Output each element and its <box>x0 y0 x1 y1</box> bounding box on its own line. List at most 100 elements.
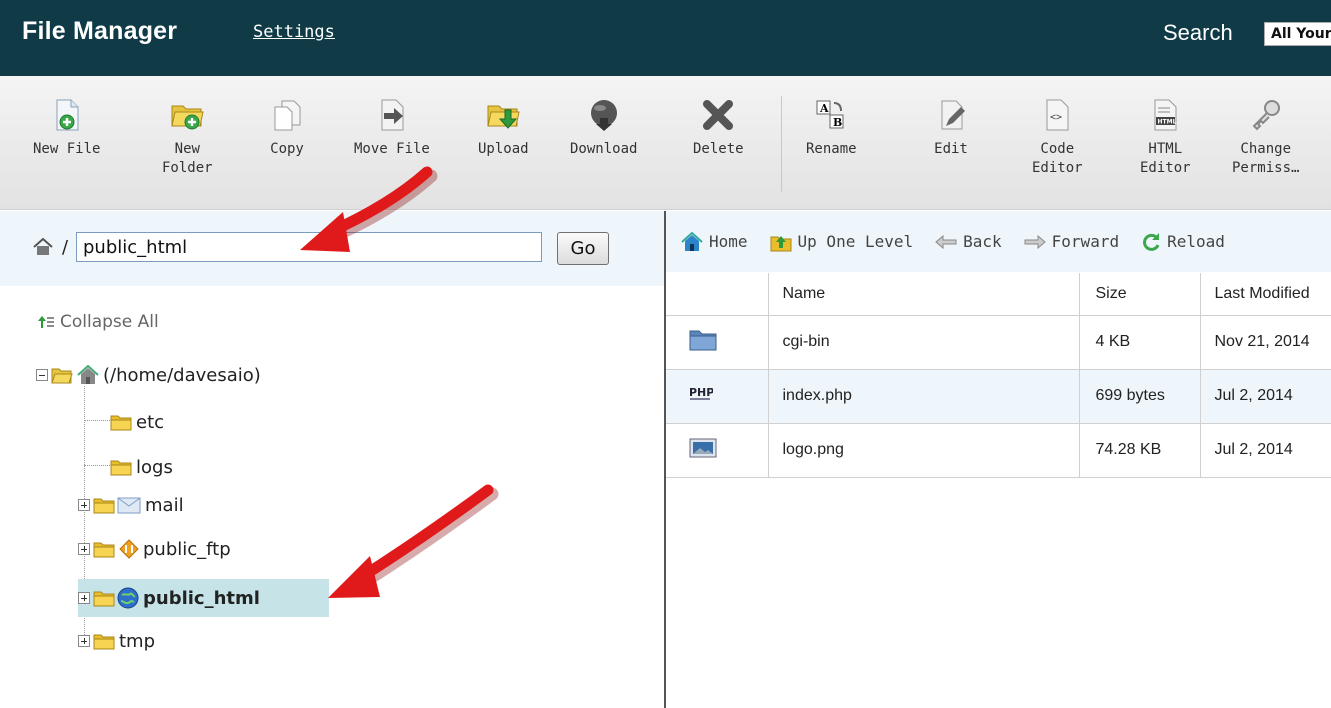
navigation-bar: Home Up One Level Back Forward Reload <box>666 211 1331 272</box>
new-folder-label: New Folder <box>162 140 213 178</box>
folder-icon <box>110 460 132 475</box>
go-button[interactable]: Go <box>557 232 609 265</box>
svg-text:HTML: HTML <box>1158 119 1177 126</box>
tree-item-label: logs <box>136 456 173 478</box>
code-editor-label: Code Editor <box>1032 140 1083 178</box>
row-icon-cell: PHP <box>666 369 769 424</box>
html-editor-button[interactable]: HTML HTML Editor <box>1140 98 1191 178</box>
delete-label: Delete <box>693 141 744 157</box>
download-button[interactable]: Download <box>570 98 637 159</box>
expand-toggle[interactable] <box>78 635 90 647</box>
edit-icon <box>941 100 965 130</box>
path-bar: / Go <box>0 211 665 286</box>
html-editor-label-text: HTML Editor <box>1140 141 1191 176</box>
settings-link[interactable]: Settings <box>253 22 335 42</box>
tree-item-mail[interactable]: mail <box>78 492 184 518</box>
code-editor-button[interactable]: <> Code Editor <box>1032 98 1083 178</box>
svg-text:<>: <> <box>1050 112 1062 123</box>
collapse-all-icon <box>38 316 54 328</box>
file-name[interactable]: index.php <box>768 369 1080 424</box>
table-row[interactable]: PHP index.php 699 bytes Jul 2, 2014 <box>666 369 1331 424</box>
tree-root-label: (/home/davesaio) <box>103 364 261 386</box>
file-modified: Nov 21, 2014 <box>1200 315 1331 370</box>
copy-label: Copy <box>270 141 304 157</box>
file-name[interactable]: logo.png <box>768 423 1080 478</box>
toolbar: New File New Folder Copy Move File Uploa… <box>0 76 1331 210</box>
column-header-name[interactable]: Name <box>768 273 1080 316</box>
column-header-modified[interactable]: Last Modified <box>1200 273 1331 316</box>
file-list-pane: Home Up One Level Back Forward Reload Na… <box>666 211 1331 708</box>
svg-text:PHP: PHP <box>689 386 713 399</box>
collapse-all-label: Collapse All <box>60 312 159 332</box>
file-size: 4 KB <box>1079 315 1201 370</box>
upload-icon <box>487 105 520 129</box>
delete-icon <box>703 100 734 130</box>
collapse-all-link[interactable]: Collapse All <box>38 312 159 332</box>
collapse-toggle[interactable] <box>36 369 48 381</box>
new-file-icon <box>56 99 79 131</box>
tree-item-public-ftp[interactable]: public_ftp <box>78 536 231 562</box>
svg-text:A: A <box>819 102 829 115</box>
home-icon <box>681 231 703 251</box>
new-folder-label-text: New Folder <box>162 141 213 176</box>
html-editor-icon: HTML <box>1154 99 1177 131</box>
folder-icon <box>93 542 115 557</box>
change-permissions-button[interactable]: Change Permiss… <box>1232 98 1299 178</box>
file-name[interactable]: cgi-bin <box>768 315 1080 370</box>
rename-icon: A B <box>816 100 844 129</box>
back-button[interactable]: Back <box>935 232 1002 251</box>
expand-toggle[interactable] <box>78 499 90 511</box>
app-title: File Manager <box>22 17 178 45</box>
tree-item-public-html[interactable]: public_html <box>78 579 329 617</box>
upload-button[interactable]: Upload <box>478 98 529 159</box>
new-file-button[interactable]: New File <box>33 98 100 159</box>
delete-button[interactable]: Delete <box>693 98 744 159</box>
column-header-size[interactable]: Size <box>1079 273 1201 316</box>
download-label: Download <box>570 141 638 157</box>
new-folder-button[interactable]: New Folder <box>162 98 213 178</box>
tree-item-logs[interactable]: logs <box>110 454 173 480</box>
back-arrow-icon <box>935 234 957 249</box>
table-row[interactable]: cgi-bin 4 KB Nov 21, 2014 <box>666 315 1331 370</box>
tree-root[interactable]: (/home/davesaio) <box>36 362 261 388</box>
edit-button[interactable]: Edit <box>934 98 968 159</box>
change-permissions-label: Change Permiss… <box>1232 140 1299 178</box>
reload-button[interactable]: Reload <box>1141 232 1225 252</box>
copy-button[interactable]: Copy <box>270 98 304 159</box>
up-one-level-button[interactable]: Up One Level <box>770 232 914 252</box>
tree-item-label: public_html <box>143 587 260 609</box>
home-nav-label: Home <box>709 232 748 251</box>
forward-button[interactable]: Forward <box>1024 232 1119 251</box>
globe-icon <box>117 587 139 609</box>
tree-item-etc[interactable]: etc <box>110 409 164 435</box>
rename-button[interactable]: A B Rename <box>806 98 857 159</box>
reload-label: Reload <box>1167 232 1225 251</box>
mail-icon <box>117 497 141 514</box>
move-file-button[interactable]: Move File <box>354 98 430 159</box>
folder-icon <box>110 415 132 430</box>
copy-icon <box>274 100 301 131</box>
home-nav-button[interactable]: Home <box>681 231 748 252</box>
search-scope-select[interactable]: All Your Files <box>1264 22 1331 46</box>
tree-item-tmp[interactable]: tmp <box>78 628 155 654</box>
directory-tree-pane: / Go Collapse All (/home/davesaio) etc <box>0 211 665 708</box>
change-permissions-label-text: Change Permiss… <box>1232 141 1300 176</box>
table-row[interactable]: logo.png 74.28 KB Jul 2, 2014 <box>666 423 1331 478</box>
file-size: 699 bytes <box>1079 369 1201 424</box>
tree-item-label: public_ftp <box>143 538 231 560</box>
expand-toggle[interactable] <box>78 543 90 555</box>
back-label: Back <box>963 232 1002 251</box>
tree-item-label: mail <box>145 494 184 516</box>
table-header-row: Name Size Last Modified <box>666 273 1331 316</box>
path-input[interactable] <box>76 232 542 262</box>
home-icon <box>77 365 99 384</box>
toolbar-separator <box>781 96 782 192</box>
home-icon <box>33 238 53 255</box>
tree-item-label: etc <box>136 411 165 433</box>
expand-toggle[interactable] <box>78 592 90 604</box>
file-modified: Jul 2, 2014 <box>1200 423 1331 478</box>
ftp-icon <box>119 539 139 559</box>
up-one-level-label: Up One Level <box>797 232 914 251</box>
tree-line <box>84 465 110 466</box>
file-table: Name Size Last Modified cgi-bin 4 KB Nov… <box>666 273 1331 478</box>
